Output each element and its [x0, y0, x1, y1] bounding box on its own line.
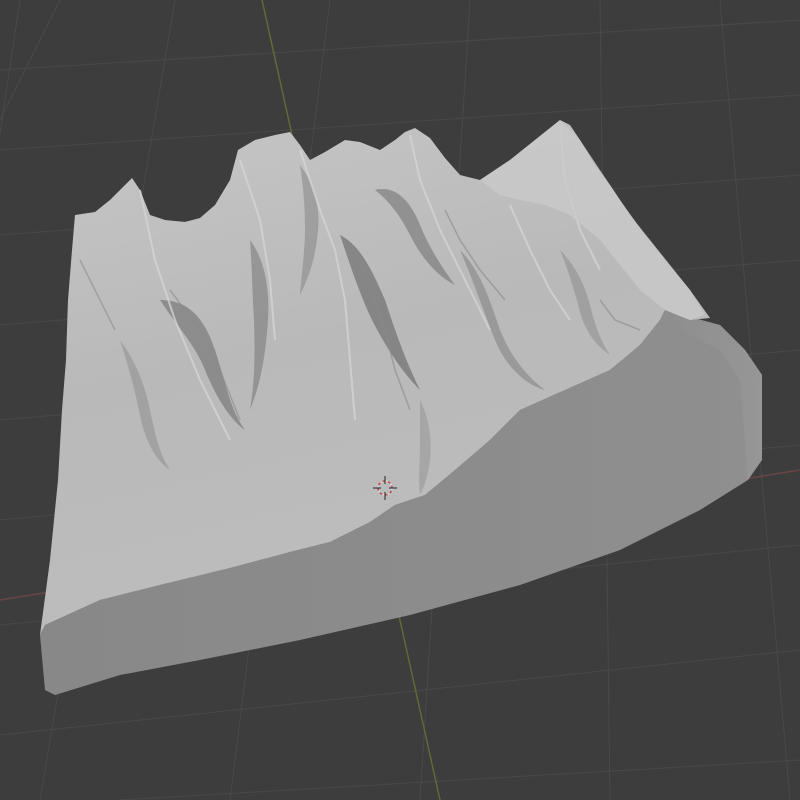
terrain-mesh[interactable]: [40, 120, 762, 695]
3d-viewport[interactable]: [0, 0, 800, 800]
viewport-canvas[interactable]: [0, 0, 800, 800]
